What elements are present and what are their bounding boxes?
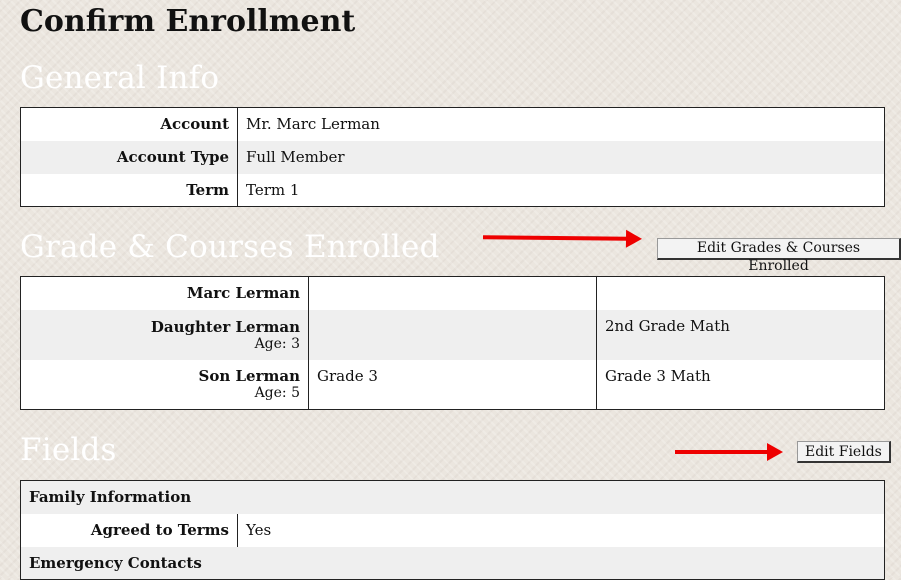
general-info-table: Account Mr. Marc Lerman Account Type Ful…	[20, 107, 885, 207]
student-name-cell: Daughter Lerman Age: 3	[20, 309, 309, 360]
fields-table: Family Information Agreed to Terms Yes E…	[20, 480, 885, 580]
student-name: Marc Lerman	[186, 284, 300, 303]
term-value: Term 1	[237, 173, 885, 207]
grade-cell: Grade 3	[308, 359, 597, 410]
grades-table: Marc Lerman Daughter Lerman Age: 3 2nd G…	[20, 276, 885, 410]
table-row: Agreed to Terms Yes	[20, 513, 885, 547]
student-name-cell: Marc Lerman	[20, 276, 309, 310]
table-row: Account Type Full Member	[20, 140, 885, 174]
account-type-value: Full Member	[237, 140, 885, 174]
student-name: Son Lerman	[198, 367, 300, 386]
edit-grades-courses-button[interactable]: Edit Grades & Courses Enrolled	[657, 238, 901, 274]
student-name: Daughter Lerman	[150, 317, 300, 336]
page-title: Confirm Enrollment	[20, 4, 356, 39]
student-age: Age: 3	[254, 335, 300, 352]
table-row: Marc Lerman	[20, 276, 885, 310]
fields-heading: Fields	[20, 432, 117, 468]
account-value: Mr. Marc Lerman	[237, 107, 885, 141]
agreed-terms-value: Yes	[237, 513, 885, 547]
grade-cell	[308, 276, 597, 310]
table-row: Daughter Lerman Age: 3 2nd Grade Math	[20, 309, 885, 360]
account-type-label: Account Type	[20, 140, 238, 174]
grade-cell	[308, 309, 597, 360]
course-cell: Grade 3 Math	[596, 359, 885, 410]
red-arrow-annotation	[482, 235, 629, 241]
edit-fields-button[interactable]: Edit Fields	[797, 441, 891, 463]
grades-heading: Grade & Courses Enrolled	[20, 229, 440, 265]
group-heading: Family Information	[20, 480, 885, 514]
student-name-cell: Son Lerman Age: 5	[20, 359, 309, 410]
table-row: Term Term 1	[20, 173, 885, 207]
table-row: Emergency Contacts	[20, 546, 885, 580]
agreed-terms-label: Agreed to Terms	[20, 513, 238, 547]
student-age: Age: 5	[254, 385, 300, 402]
course-cell: 2nd Grade Math	[596, 309, 885, 360]
table-row: Son Lerman Age: 5 Grade 3 Grade 3 Math	[20, 359, 885, 410]
table-row: Family Information	[20, 480, 885, 514]
course-cell	[596, 276, 885, 310]
account-label: Account	[20, 107, 238, 141]
general-info-heading: General Info	[20, 60, 220, 96]
table-row: Account Mr. Marc Lerman	[20, 107, 885, 141]
term-label: Term	[20, 173, 238, 207]
red-arrow-annotation	[675, 443, 783, 461]
group-heading: Emergency Contacts	[20, 546, 885, 580]
